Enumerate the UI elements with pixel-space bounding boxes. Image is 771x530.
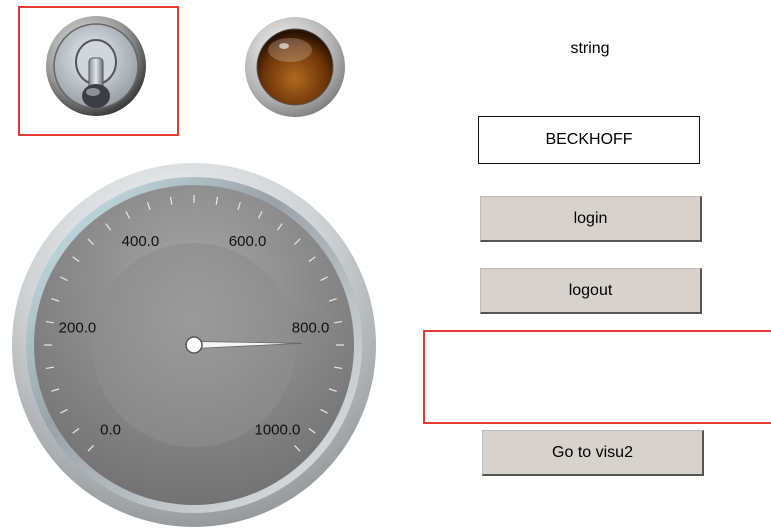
gauge-scale-label: 400.0	[122, 233, 160, 250]
login-button[interactable]: login	[480, 196, 702, 242]
indicator-lamp-icon	[245, 17, 345, 117]
gauge-scale-label: 1000.0	[254, 421, 300, 438]
gauge-scale-label: 800.0	[292, 320, 330, 337]
gauge-meter: 0.0 200.0 400.0 600.0 800.0 1000.0	[12, 163, 376, 527]
gauge-scale-label: 0.0	[100, 421, 121, 438]
gauge-scale-label: 600.0	[229, 233, 267, 250]
string-label: string	[570, 40, 610, 57]
gauge-scale-label: 200.0	[59, 320, 97, 337]
gauge-hub	[185, 336, 203, 354]
toggle-switch-icon[interactable]	[40, 10, 152, 122]
goto-visu2-button[interactable]: Go to visu2	[482, 430, 704, 476]
beckhoff-textbox[interactable]: BECKHOFF	[478, 116, 700, 164]
empty-frame	[423, 330, 771, 424]
logout-button[interactable]: logout	[480, 268, 702, 314]
